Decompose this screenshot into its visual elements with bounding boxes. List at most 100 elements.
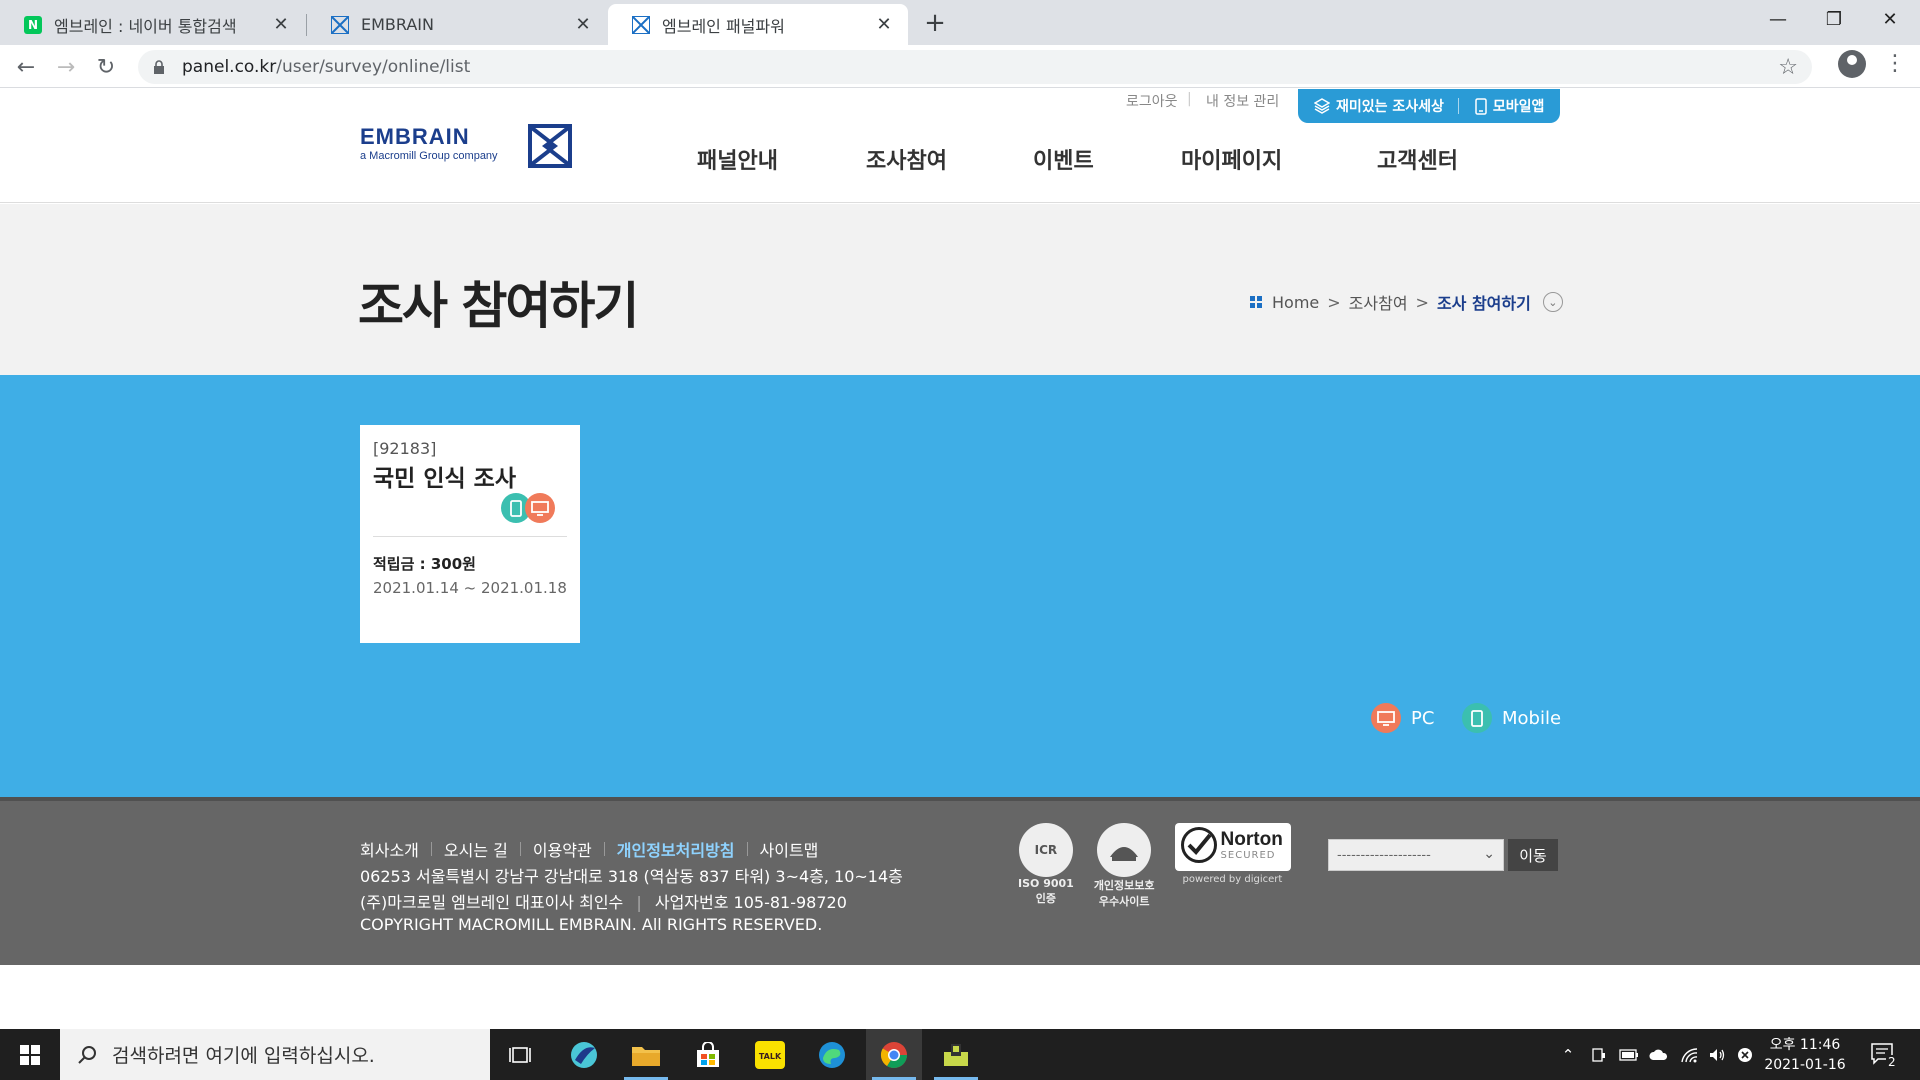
iso-sublabel: 인증	[1035, 892, 1057, 905]
clock-time: 오후 11:46	[1769, 1037, 1841, 1053]
norton-check-icon	[1180, 827, 1217, 863]
url-text: panel.co.kr/user/survey/online/list	[182, 57, 470, 77]
fun-survey-link[interactable]: 재미있는 조사세상	[1298, 96, 1444, 116]
tab-embrain[interactable]: EMBRAIN ✕	[307, 4, 607, 45]
clock-date: 2021-01-16	[1764, 1057, 1846, 1073]
restore-button[interactable]: ❐	[1806, 0, 1862, 38]
pc-device-icon	[1371, 703, 1401, 733]
tray-device-icon[interactable]	[1586, 1029, 1612, 1080]
family-site-select[interactable]: -------------------- ⌄	[1328, 839, 1504, 871]
nav-panel-guide[interactable]: 패널안내	[697, 143, 778, 175]
footer-divider: |	[636, 893, 642, 912]
minimize-button[interactable]: —	[1750, 0, 1806, 38]
site-header: EMBRAIN a Macromill Group company 로그아웃 |…	[0, 89, 1920, 203]
svg-text:TALK: TALK	[759, 1052, 782, 1061]
nav-customer-center[interactable]: 고객센터	[1377, 143, 1458, 175]
icr-seal-icon: ICR	[1018, 823, 1073, 877]
chevron-down-icon[interactable]: ⌄	[1542, 292, 1563, 312]
survey-code: [92183]	[373, 439, 437, 458]
embrain-logo[interactable]: EMBRAIN a Macromill Group company	[360, 124, 572, 168]
chevron-down-icon: ⌄	[1483, 846, 1495, 862]
survey-card[interactable]: [92183] 국민 인식 조사 적립금 : 300원 2021.01.14 ~…	[360, 425, 580, 643]
nav-event[interactable]: 이벤트	[1033, 143, 1094, 175]
nav-survey[interactable]: 조사참여	[866, 143, 947, 175]
footer-link-company[interactable]: 회사소개	[360, 837, 419, 861]
capture-tool-icon[interactable]	[928, 1029, 984, 1080]
survey-reward: 적립금 : 300원	[373, 555, 476, 573]
embrain-icon	[331, 15, 349, 34]
survey-title[interactable]: 국민 인식 조사	[373, 459, 516, 493]
privacy-sublabel: 우수사이트	[1098, 895, 1150, 908]
url-host: panel.co.kr	[182, 57, 277, 77]
logout-link[interactable]: 로그아웃	[1126, 91, 1178, 111]
edge-icon[interactable]	[804, 1029, 860, 1080]
footer-company-line: (주)마크로밀 엠브레인 대표이사 최인수 | 사업자번호 105-81-987…	[360, 889, 847, 913]
breadcrumb-survey[interactable]: 조사참여	[1349, 290, 1408, 314]
breadcrumb: Home > 조사참여 > 조사 참여하기 ⌄	[1250, 290, 1563, 314]
tab-naver[interactable]: N 엠브레인 : 네이버 통합검색 ✕	[0, 4, 305, 45]
page: EMBRAIN a Macromill Group company 로그아웃 |…	[0, 89, 1920, 1029]
norton-secured-badge: Norton SECURED powered by digicert	[1174, 823, 1291, 885]
back-button[interactable]: ←	[10, 51, 42, 83]
footer-link-sitemap[interactable]: 사이트맵	[760, 837, 819, 861]
page-title-bar: 조사 참여하기 Home > 조사참여 > 조사 참여하기 ⌄	[0, 204, 1920, 375]
iso-badge: ICR ISO 9001 인증	[1018, 823, 1074, 909]
footer-link-privacy[interactable]: 개인정보처리방침	[617, 837, 735, 861]
close-tab-icon[interactable]: ✕	[271, 14, 291, 35]
close-tab-icon[interactable]: ✕	[573, 14, 593, 35]
fun-survey-label: 재미있는 조사세상	[1336, 99, 1444, 115]
volume-icon[interactable]	[1704, 1029, 1730, 1080]
footer-divider	[430, 842, 432, 856]
reload-button[interactable]: ↻	[90, 51, 122, 83]
notification-count: 2	[1886, 1055, 1898, 1069]
certification-badges: ICR ISO 9001 인증 개인정보보호 우수사이트 Norton SECU…	[1018, 823, 1291, 909]
breadcrumb-separator: >	[1415, 292, 1429, 312]
chrome-icon[interactable]	[866, 1029, 922, 1080]
taskbar-search-box[interactable]: 검색하려면 여기에 입력하십시오.	[60, 1029, 490, 1080]
mobile-app-label: 모바일앱	[1492, 99, 1545, 115]
app-bird-icon[interactable]	[556, 1029, 612, 1080]
onedrive-cloud-icon[interactable]	[1646, 1029, 1672, 1080]
bookmark-star-icon[interactable]: ☆	[1778, 55, 1798, 80]
tab-title: 엠브레인 패널파워	[662, 16, 785, 36]
tab-panelpower[interactable]: 엠브레인 패널파워 ✕	[608, 4, 908, 45]
task-view-icon[interactable]	[492, 1029, 548, 1080]
mobile-app-link[interactable]: 모바일앱	[1459, 96, 1545, 116]
footer-address: 06253 서울특별시 강남구 강남대로 318 (역삼동 837 타워) 3~…	[360, 867, 903, 886]
breadcrumb-home[interactable]: Home	[1272, 293, 1319, 312]
address-bar[interactable]: panel.co.kr/user/survey/online/list ☆	[138, 50, 1812, 84]
nav-mypage[interactable]: 마이페이지	[1181, 143, 1282, 175]
legend-pc: PC	[1371, 703, 1434, 733]
ime-status-icon[interactable]	[1732, 1029, 1758, 1080]
store-icon[interactable]	[680, 1029, 736, 1080]
menu-kebab-icon[interactable]: ⋮	[1884, 50, 1906, 78]
search-icon	[76, 1044, 98, 1066]
taskbar-clock[interactable]: 오후 11:46 2021-01-16	[1760, 1035, 1850, 1075]
file-explorer-icon[interactable]	[618, 1029, 674, 1080]
new-tab-button[interactable]: +	[920, 8, 950, 38]
notification-center-icon[interactable]: 2	[1870, 1041, 1900, 1071]
naver-icon: N	[24, 15, 42, 34]
survey-period: 2021.01.14 ~ 2021.01.18	[373, 579, 567, 597]
promo-pill-bar: 재미있는 조사세상 모바일앱	[1298, 89, 1560, 123]
site-footer: 회사소개 오시는 길 이용약관 개인정보처리방침 사이트맵 06253 서울특별…	[0, 797, 1920, 965]
forward-button[interactable]: →	[50, 51, 82, 83]
windows-start-icon[interactable]	[0, 1029, 60, 1080]
battery-icon[interactable]	[1616, 1029, 1642, 1080]
go-button[interactable]: 이동	[1508, 839, 1558, 871]
close-tab-icon[interactable]: ✕	[874, 14, 894, 35]
profile-avatar-icon[interactable]	[1838, 50, 1866, 78]
home-grid-icon	[1250, 296, 1262, 308]
kakaotalk-icon[interactable]: TALK	[742, 1029, 798, 1080]
close-window-button[interactable]: ✕	[1862, 0, 1918, 38]
my-info-link[interactable]: 내 정보 관리	[1206, 91, 1279, 111]
legend-mobile: Mobile	[1462, 703, 1561, 733]
breadcrumb-current: 조사 참여하기	[1436, 294, 1531, 313]
footer-link-terms[interactable]: 이용약관	[533, 837, 592, 861]
mobile-device-icon	[1462, 703, 1492, 733]
tab-title: EMBRAIN	[361, 15, 434, 34]
wifi-icon[interactable]	[1676, 1029, 1702, 1080]
lock-icon	[152, 59, 166, 75]
footer-link-directions[interactable]: 오시는 길	[444, 837, 508, 861]
tray-chevron-up-icon[interactable]: ⌃	[1556, 1029, 1580, 1080]
